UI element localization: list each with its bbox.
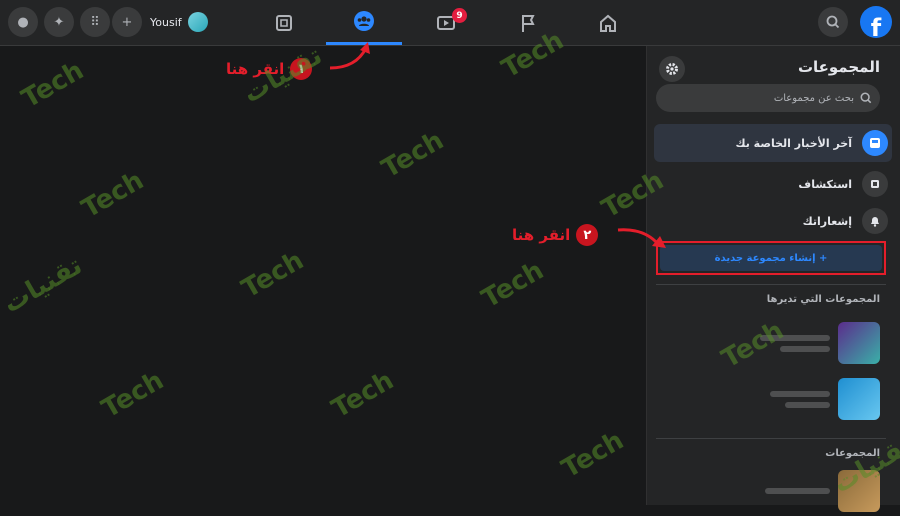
flag-icon	[522, 14, 535, 32]
sidebar-item-label: استكشاف	[798, 177, 852, 191]
step-1-number: ١	[290, 58, 313, 80]
tab-home[interactable]	[570, 0, 646, 45]
tab-gaming[interactable]	[246, 0, 322, 45]
create-button-label: + إنشاء مجموعة جديدة	[714, 252, 828, 264]
managed-groups-title: المجموعات التي تديرها	[766, 294, 880, 305]
add-icon[interactable]: +	[112, 7, 142, 37]
joined-groups-title: المجموعات	[825, 448, 880, 459]
search-placeholder: بحث عن مجموعات	[773, 92, 854, 104]
group-thumbnail	[838, 470, 880, 512]
divider	[656, 438, 886, 439]
gaming-icon	[276, 14, 292, 31]
home-icon	[600, 14, 616, 32]
arrow-step-1-icon	[329, 42, 370, 70]
step-2-number: ٢	[576, 224, 599, 246]
groups-icon	[354, 11, 374, 31]
list-item[interactable]	[660, 318, 880, 368]
sidebar-item-feed[interactable]: آخر الأخبار الخاصة بك	[654, 124, 892, 162]
settings-gear-icon[interactable]	[659, 56, 685, 82]
search-icon[interactable]	[818, 7, 848, 37]
create-new-group-button[interactable]: + إنشاء مجموعة جديدة	[660, 245, 882, 271]
list-item[interactable]	[660, 466, 880, 516]
annotation-step-1: ١ انقر هنا	[226, 58, 313, 80]
arrow-step-2-icon	[617, 228, 666, 248]
group-text-placeholder	[770, 390, 830, 408]
profile-link[interactable]: Yousif	[150, 12, 208, 32]
tab-pages[interactable]	[490, 0, 566, 45]
avatar	[187, 12, 208, 32]
step-1-text: انقر هنا	[226, 60, 285, 78]
sidebar-title: المجموعات	[797, 58, 880, 76]
group-text-placeholder	[760, 334, 830, 352]
facebook-logo[interactable]: f	[860, 6, 892, 38]
bell-icon	[862, 208, 888, 234]
tab-watch[interactable]: 9	[408, 0, 484, 45]
step-2-text: انقر هنا	[512, 226, 571, 244]
sidebar-item-notifications[interactable]: إشعاراتك	[654, 202, 892, 240]
sidebar-item-label: آخر الأخبار الخاصة بك	[735, 136, 852, 150]
menu-grid-icon[interactable]: ⠿	[80, 7, 110, 37]
groups-search-input[interactable]: بحث عن مجموعات	[656, 84, 880, 112]
search-icon	[860, 92, 872, 104]
group-thumbnail	[838, 322, 880, 364]
list-item[interactable]	[660, 374, 880, 424]
compass-icon	[862, 171, 888, 197]
sidebar-item-label: إشعاراتك	[802, 214, 852, 228]
sidebar-item-discover[interactable]: استكشاف	[654, 165, 892, 203]
group-text-placeholder	[765, 488, 830, 494]
group-thumbnail	[838, 378, 880, 420]
notifications-icon[interactable]: ●	[8, 7, 38, 37]
messenger-icon[interactable]: ✦	[44, 7, 74, 37]
divider	[656, 284, 886, 285]
user-name: Yousif	[150, 15, 182, 29]
watch-badge: 9	[452, 8, 467, 23]
feed-icon	[862, 130, 888, 156]
annotation-step-2: ٢ انقر هنا	[512, 224, 599, 246]
groups-sidebar: المجموعات بحث عن مجموعات آخر الأخبار الخ…	[646, 46, 900, 512]
create-group-highlight: + إنشاء مجموعة جديدة	[656, 241, 886, 275]
top-navigation-bar: ● ✦ ⠿ + Yousif 9 f	[0, 0, 900, 46]
